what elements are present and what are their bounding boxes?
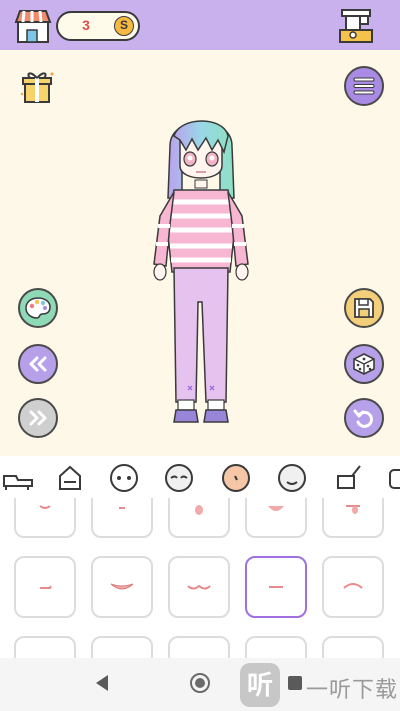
mouth-option[interactable] <box>14 498 76 538</box>
bag-tab-icon[interactable] <box>54 462 86 494</box>
mouth-option[interactable] <box>245 636 307 658</box>
double-chevron-right-icon[interactable] <box>18 398 58 438</box>
mouth-option[interactable] <box>168 636 230 658</box>
double-chevron-left-icon[interactable] <box>18 344 58 384</box>
mouth-option[interactable] <box>322 556 384 618</box>
mouth-tab-icon[interactable] <box>276 462 308 494</box>
undo-icon[interactable] <box>344 398 384 438</box>
mouth-option[interactable] <box>168 498 230 538</box>
mouth-option[interactable] <box>91 498 153 538</box>
mouth-option-selected[interactable] <box>245 556 307 618</box>
coin-counter: 3 S <box>56 11 140 41</box>
mouth-option[interactable] <box>245 498 307 538</box>
item-grid <box>0 498 400 658</box>
shoes-tab-icon[interactable] <box>2 462 34 494</box>
mouth-option[interactable] <box>168 556 230 618</box>
mouth-option[interactable] <box>14 636 76 658</box>
mouth-option[interactable] <box>91 556 153 618</box>
gift-icon[interactable] <box>18 66 56 106</box>
nose-tab-icon[interactable] <box>220 462 252 494</box>
character-figure <box>140 106 260 436</box>
palette-icon[interactable] <box>18 288 58 328</box>
coin-count: 3 <box>82 17 90 33</box>
face-tab-icon[interactable] <box>108 462 140 494</box>
home-icon[interactable] <box>190 673 210 693</box>
save-icon[interactable] <box>344 288 384 328</box>
shop-icon[interactable] <box>14 8 52 44</box>
mouth-option[interactable] <box>14 556 76 618</box>
extra-tab-icon[interactable] <box>386 462 400 494</box>
watermark-text: 一听下载 <box>306 677 399 702</box>
watermark-logo: 听 <box>240 663 280 707</box>
coin-icon: S <box>114 16 134 36</box>
recent-apps-icon[interactable] <box>288 676 302 690</box>
eyes-tab-icon[interactable] <box>163 462 195 494</box>
mouth-option[interactable] <box>322 636 384 658</box>
category-tab-bar <box>0 456 400 499</box>
dice-icon[interactable] <box>344 344 384 384</box>
accessory-tab-icon[interactable] <box>332 462 364 494</box>
gacha-machine-icon[interactable] <box>336 8 376 44</box>
mouth-option[interactable] <box>322 498 384 538</box>
back-icon[interactable] <box>94 674 110 692</box>
menu-icon[interactable] <box>344 66 384 106</box>
mouth-option[interactable] <box>91 636 153 658</box>
